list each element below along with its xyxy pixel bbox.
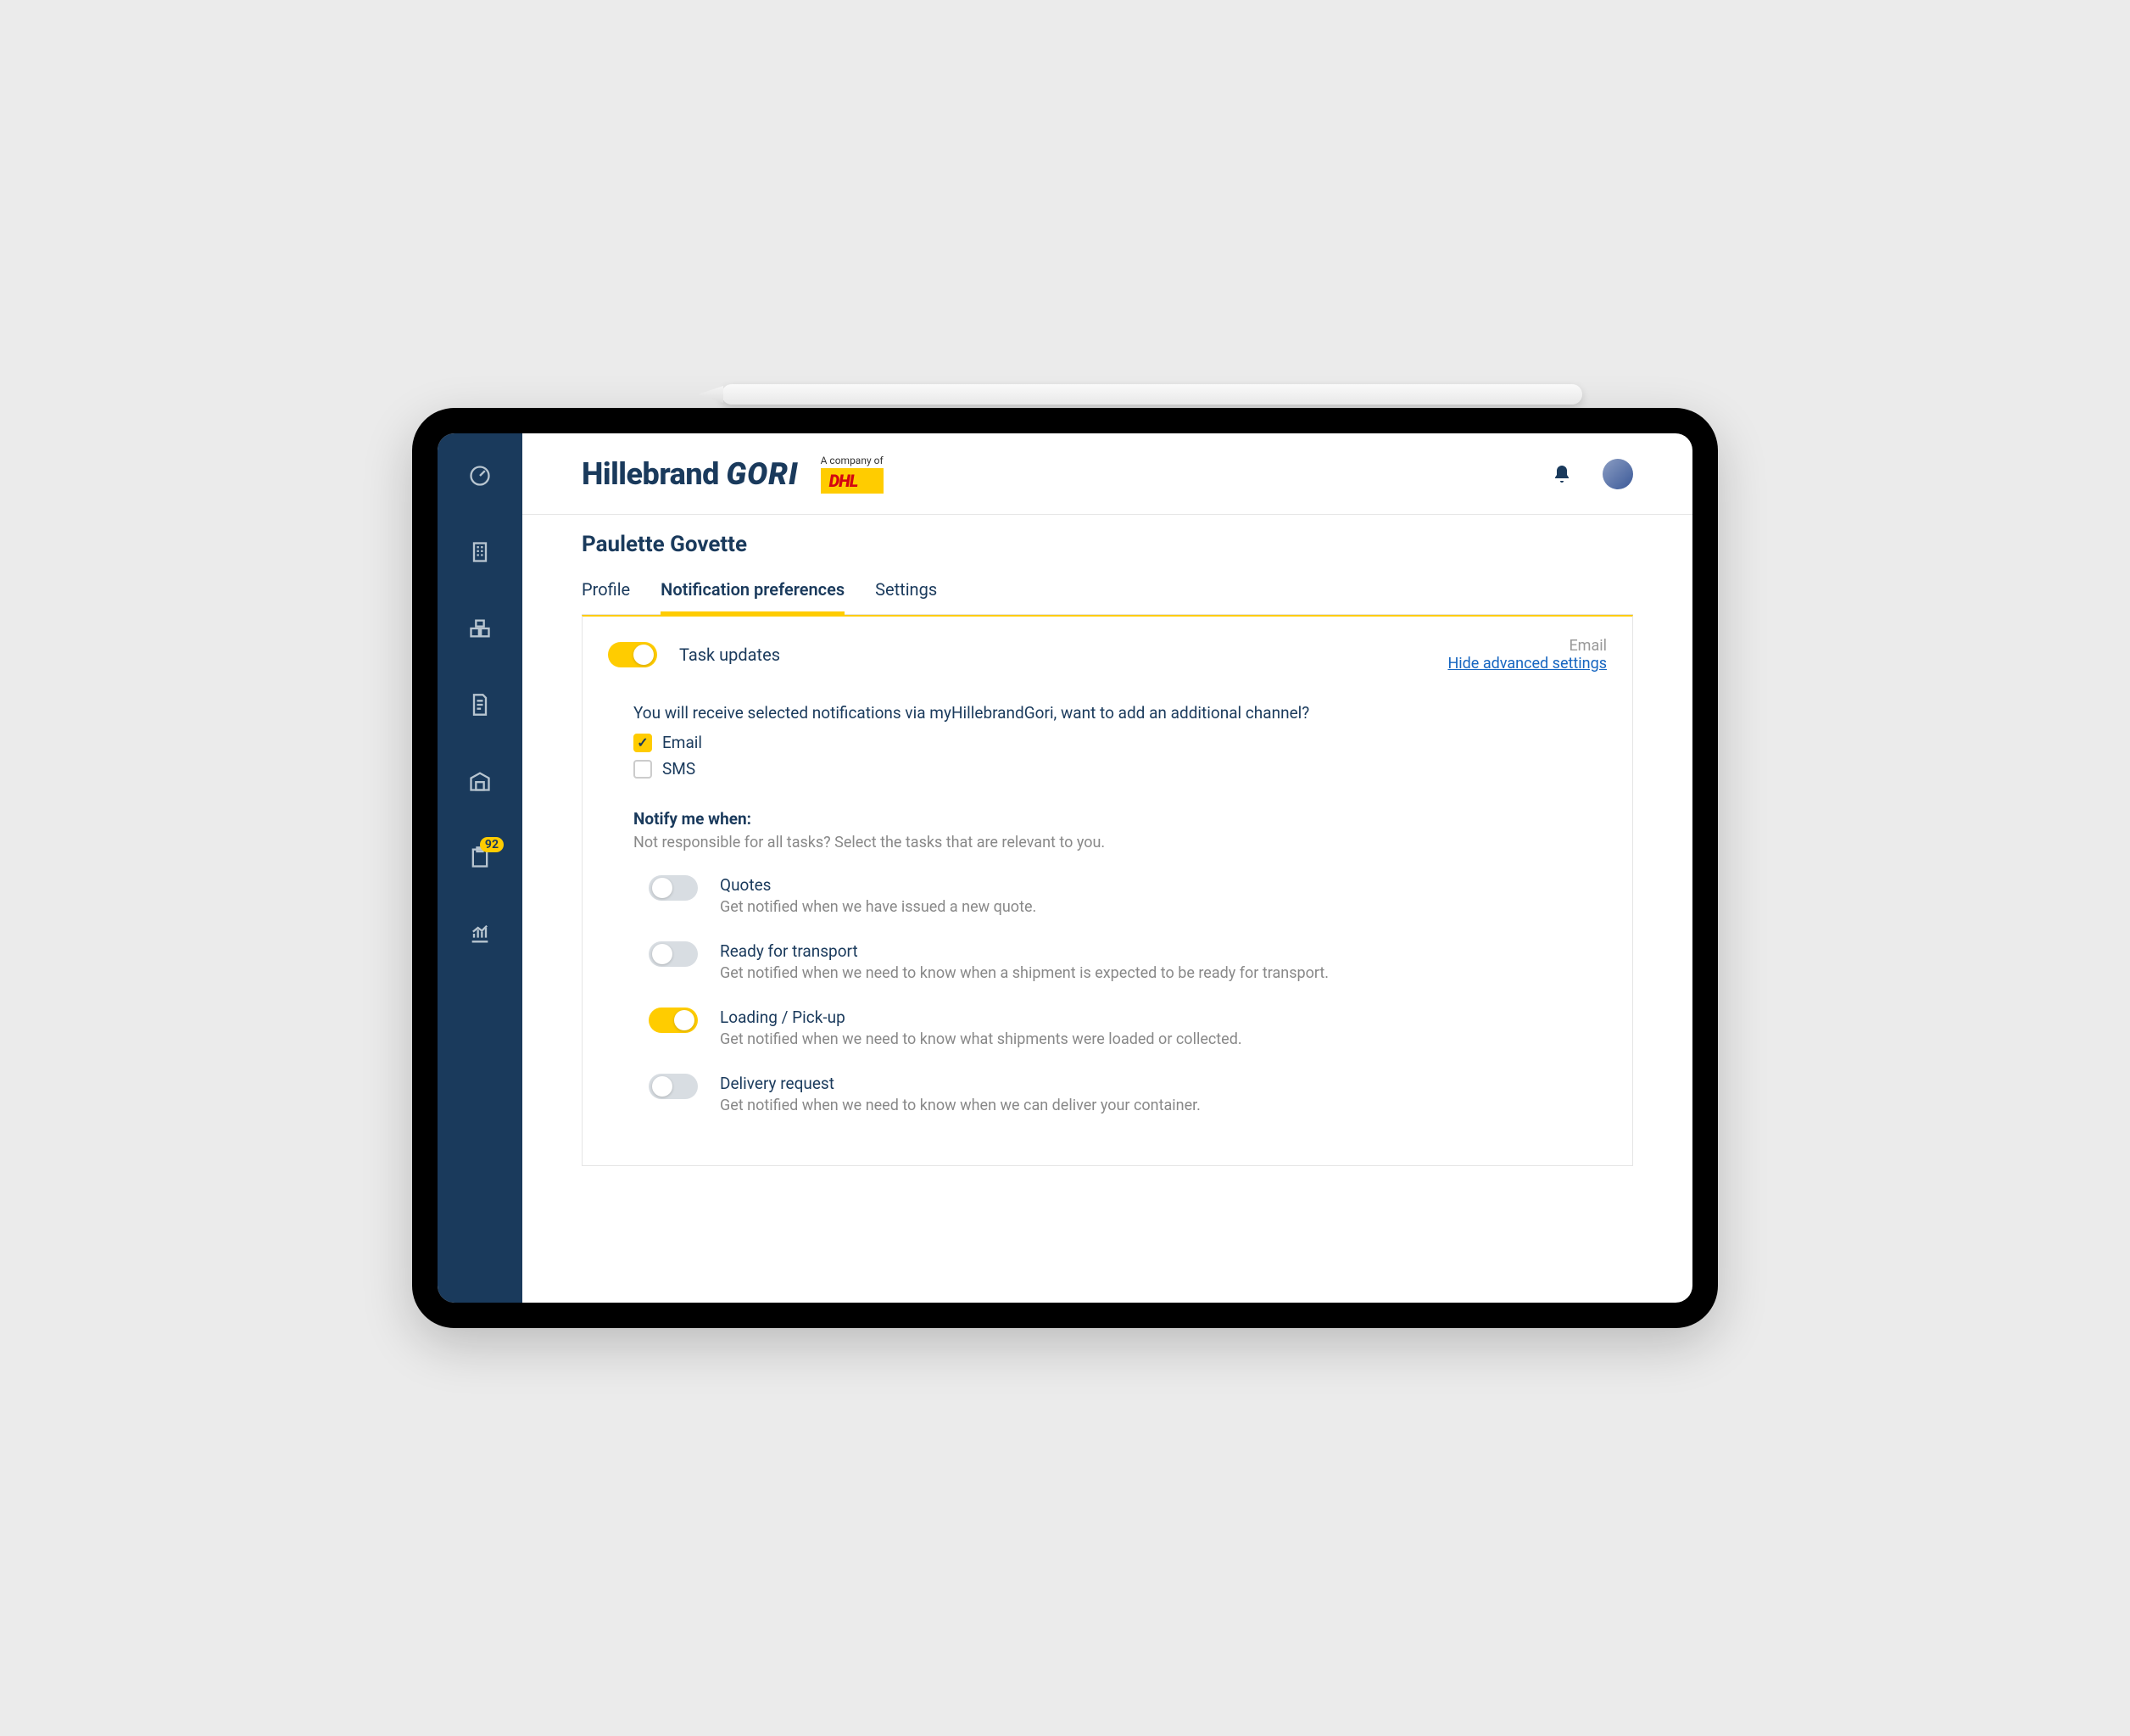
section-header: Task updates Email Hide advanced setting… bbox=[583, 617, 1632, 693]
notify-title: Loading / Pick-up bbox=[720, 1008, 1242, 1027]
intro-text: You will receive selected notifications … bbox=[633, 703, 1581, 723]
tabs: Profile Notification preferences Setting… bbox=[582, 572, 1633, 615]
notify-text: Delivery request Get notified when we ne… bbox=[720, 1074, 1201, 1114]
dhl-badge: A company of DHL bbox=[821, 455, 884, 494]
toggle-knob bbox=[652, 1076, 672, 1097]
toggle-knob bbox=[652, 944, 672, 964]
page-title: Paulette Govette bbox=[582, 532, 1633, 557]
task-updates-section: Show advanced settings Task updates Emai… bbox=[582, 615, 1633, 1166]
toggle-knob bbox=[652, 878, 672, 898]
section-header-right: Email Hide advanced settings bbox=[1447, 637, 1607, 673]
quotes-toggle[interactable] bbox=[649, 875, 698, 901]
checkbox-row-sms: SMS bbox=[633, 759, 1581, 779]
brand-sub: GORI bbox=[726, 456, 798, 492]
email-checkbox-label: Email bbox=[662, 733, 702, 752]
dhl-logo: DHL bbox=[821, 468, 884, 494]
sidebar-item-documents[interactable] bbox=[465, 689, 495, 720]
sidebar-item-dashboard[interactable] bbox=[465, 461, 495, 491]
toggle-knob bbox=[633, 645, 654, 665]
notify-title: Ready for transport bbox=[720, 941, 1329, 961]
checkbox-row-email: Email bbox=[633, 733, 1581, 752]
tab-profile[interactable]: Profile bbox=[582, 572, 630, 615]
sidebar-item-analytics[interactable] bbox=[465, 918, 495, 949]
sidebar-item-warehouse[interactable] bbox=[465, 766, 495, 796]
top-header: Hillebrand GORI A company of DHL bbox=[522, 433, 1692, 515]
hide-advanced-link[interactable]: Hide advanced settings bbox=[1447, 655, 1607, 673]
notify-item-delivery: Delivery request Get notified when we ne… bbox=[633, 1074, 1581, 1114]
notify-title: Quotes bbox=[720, 875, 1036, 895]
header-actions bbox=[1552, 459, 1633, 489]
warehouse-icon bbox=[468, 769, 492, 793]
notify-text: Quotes Get notified when we have issued … bbox=[720, 875, 1036, 916]
tasks-badge: 92 bbox=[480, 837, 504, 852]
notify-text: Loading / Pick-up Get notified when we n… bbox=[720, 1008, 1242, 1048]
channel-label: Email bbox=[1447, 637, 1607, 655]
toggle-knob bbox=[674, 1010, 694, 1030]
screen: 92 Hillebrand GORI A company of DHL bbox=[438, 433, 1692, 1303]
main-content: Hillebrand GORI A company of DHL Paulett… bbox=[522, 433, 1692, 1303]
sms-checkbox-label: SMS bbox=[662, 759, 695, 779]
page-subheader: Paulette Govette Profile Notification pr… bbox=[522, 515, 1692, 615]
chart-icon bbox=[468, 922, 492, 946]
notify-heading: Notify me when: bbox=[633, 809, 1581, 829]
email-checkbox[interactable] bbox=[633, 734, 652, 752]
notify-desc: Get notified when we need to know when a… bbox=[720, 964, 1329, 982]
boxes-icon bbox=[468, 617, 492, 640]
notify-item-quotes: Quotes Get notified when we have issued … bbox=[633, 875, 1581, 916]
section-header-left: Task updates bbox=[608, 642, 780, 667]
notify-text: Ready for transport Get notified when we… bbox=[720, 941, 1329, 982]
company-of-label: A company of bbox=[821, 455, 884, 466]
ready-toggle[interactable] bbox=[649, 941, 698, 967]
bell-icon[interactable] bbox=[1552, 464, 1572, 484]
tablet-device-frame: 92 Hillebrand GORI A company of DHL bbox=[412, 408, 1718, 1328]
notify-desc: Get notified when we need to know when w… bbox=[720, 1097, 1201, 1114]
notify-item-loading: Loading / Pick-up Get notified when we n… bbox=[633, 1008, 1581, 1048]
content-area: Show advanced settings Task updates Emai… bbox=[522, 615, 1692, 1303]
brand-name: Hillebrand GORI bbox=[582, 456, 799, 492]
tab-settings[interactable]: Settings bbox=[875, 572, 937, 615]
notify-desc: Get notified when we need to know what s… bbox=[720, 1030, 1242, 1048]
loading-toggle[interactable] bbox=[649, 1008, 698, 1033]
delivery-toggle[interactable] bbox=[649, 1074, 698, 1099]
notify-title: Delivery request bbox=[720, 1074, 1201, 1093]
tab-notification-preferences[interactable]: Notification preferences bbox=[661, 572, 845, 615]
notify-subtext: Not responsible for all tasks? Select th… bbox=[633, 834, 1581, 851]
section-body: You will receive selected notifications … bbox=[583, 693, 1632, 1165]
sidebar-item-company[interactable] bbox=[465, 537, 495, 567]
stylus-pen bbox=[722, 384, 1582, 405]
avatar[interactable] bbox=[1603, 459, 1633, 489]
sidebar-item-tasks[interactable]: 92 bbox=[465, 842, 495, 873]
notify-item-ready: Ready for transport Get notified when we… bbox=[633, 941, 1581, 982]
notify-desc: Get notified when we have issued a new q… bbox=[720, 898, 1036, 916]
gauge-icon bbox=[468, 464, 492, 488]
section-title: Task updates bbox=[679, 645, 780, 665]
task-updates-toggle[interactable] bbox=[608, 642, 657, 667]
brand-logo: Hillebrand GORI A company of DHL bbox=[582, 455, 884, 494]
document-icon bbox=[468, 693, 492, 717]
sidebar-item-shipments[interactable] bbox=[465, 613, 495, 644]
sidebar-nav: 92 bbox=[438, 433, 522, 1303]
building-icon bbox=[468, 540, 492, 564]
brand-main: Hillebrand bbox=[582, 456, 719, 492]
sms-checkbox[interactable] bbox=[633, 760, 652, 779]
